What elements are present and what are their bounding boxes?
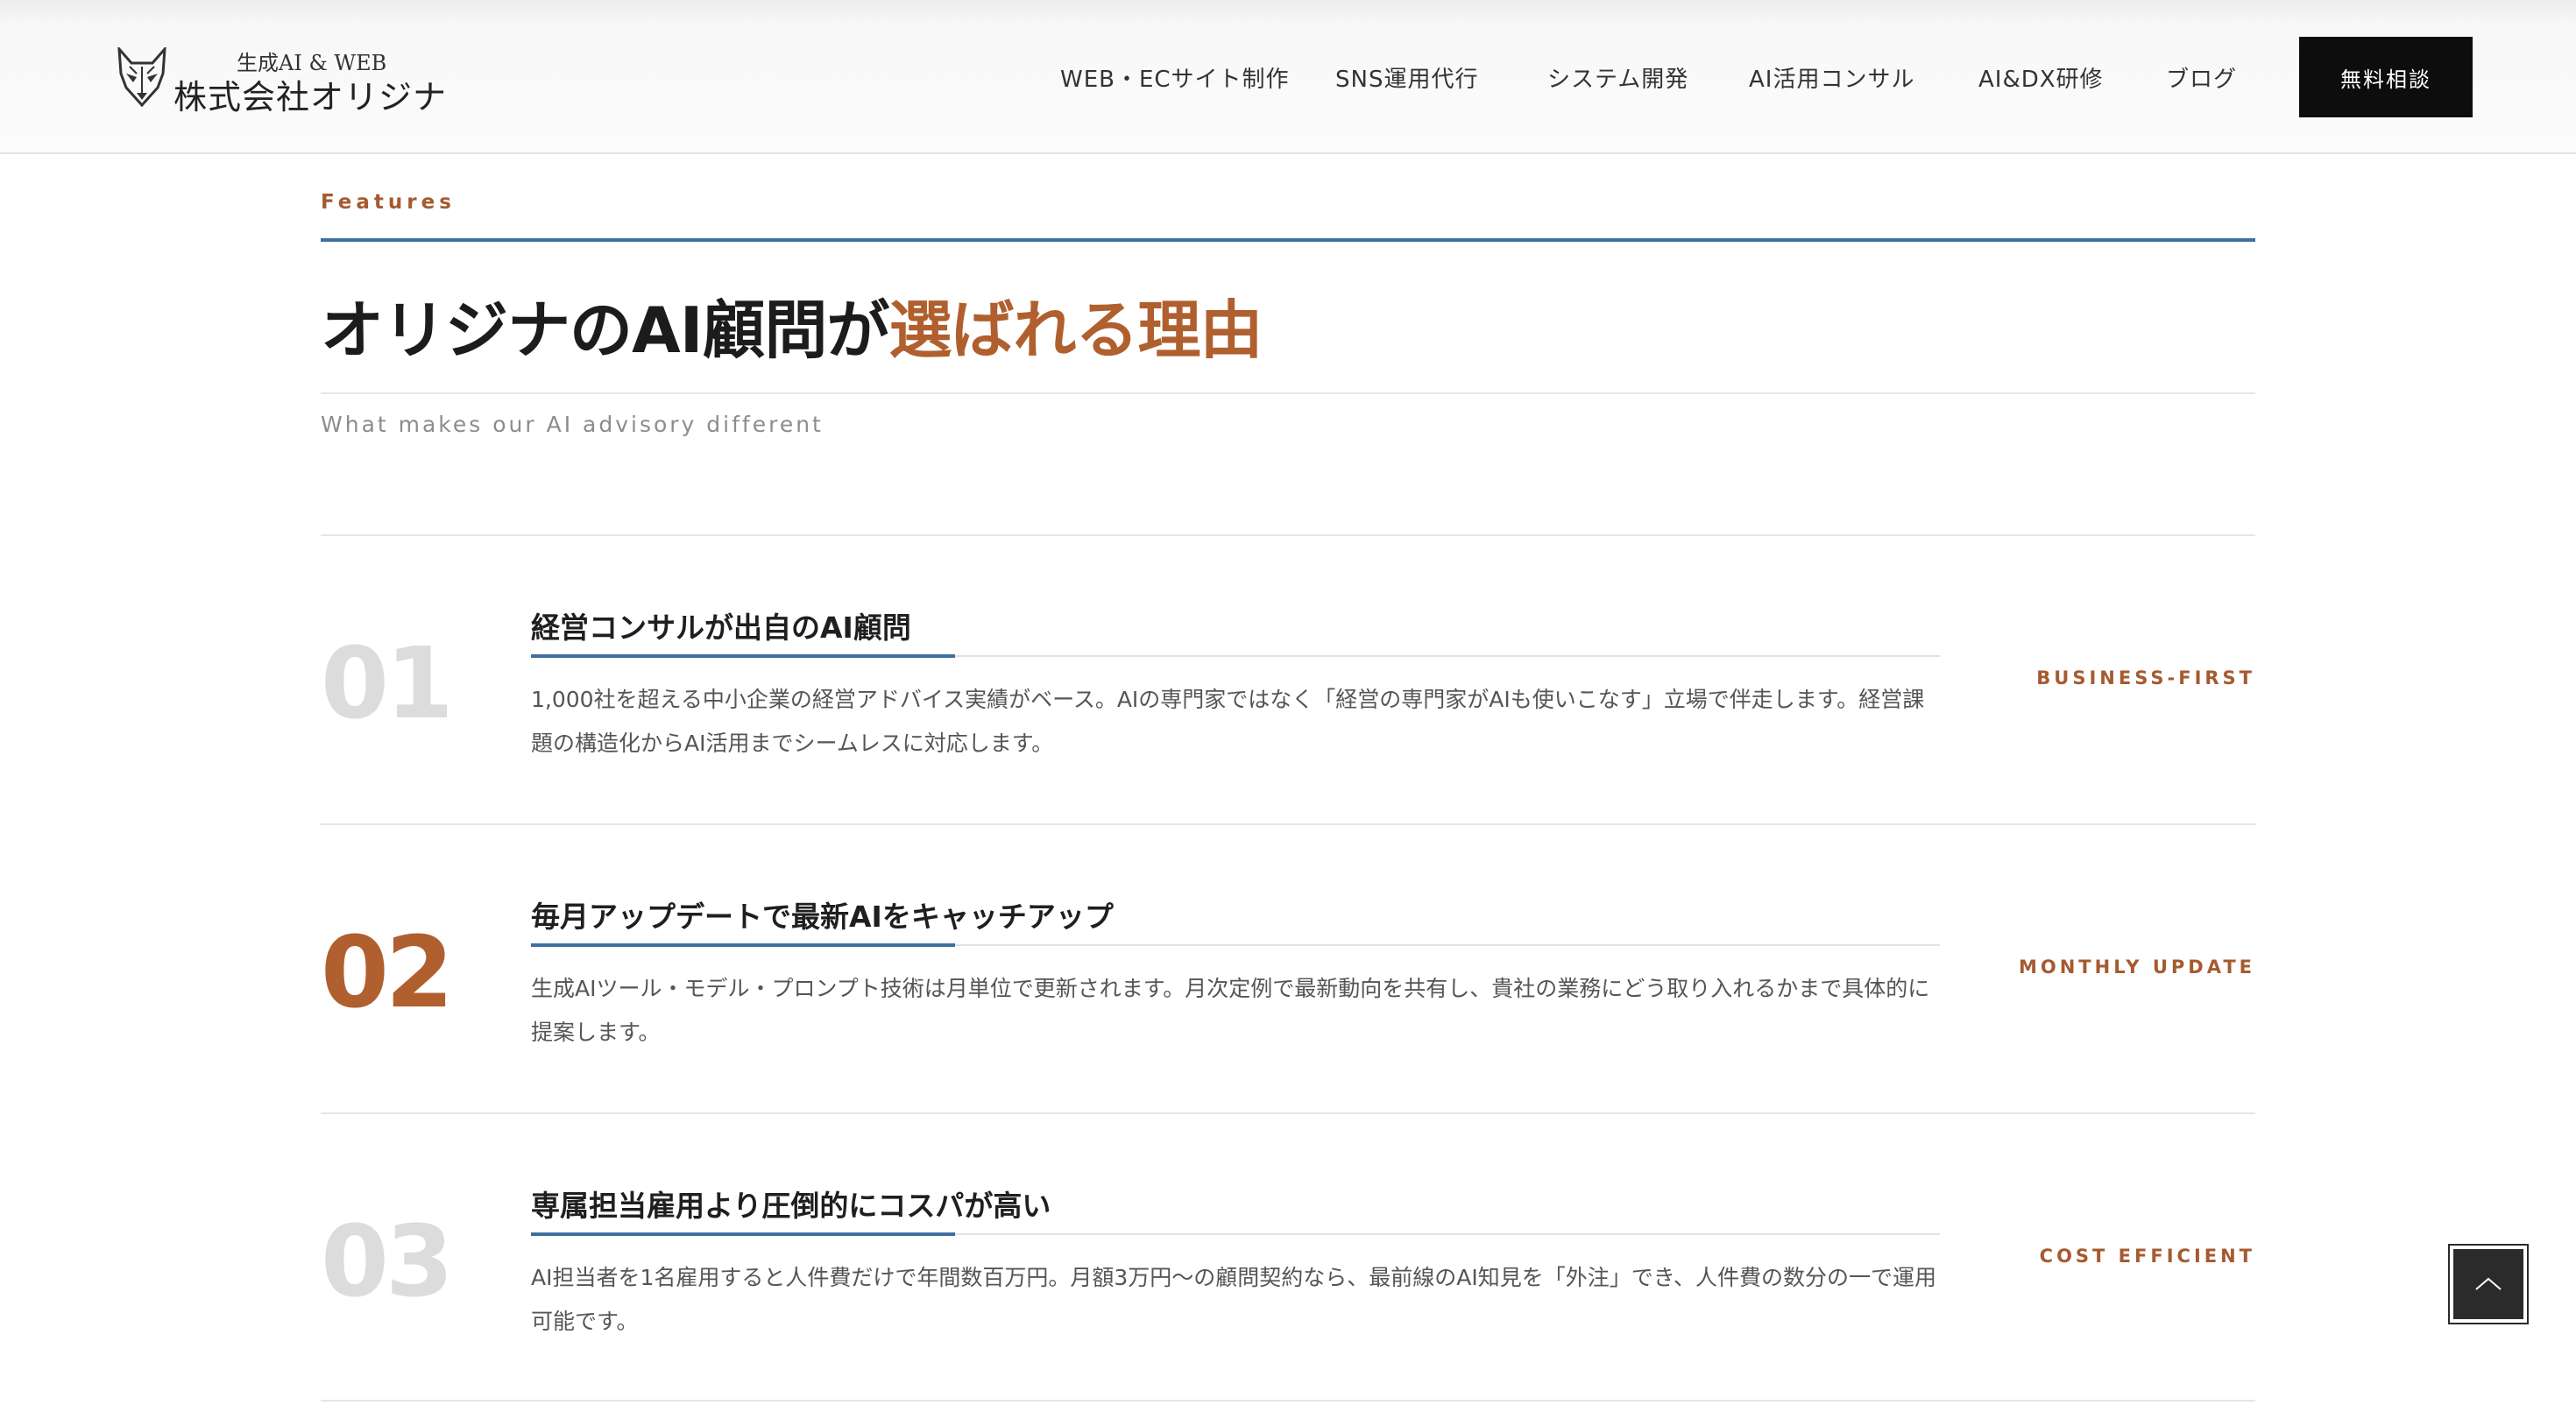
section-eyebrow: Features: [321, 191, 456, 214]
section-top-rule: [321, 238, 2255, 242]
heading-main: オリジナのAI顧問が: [321, 293, 890, 367]
brand-name: 株式会社オリジナ: [173, 78, 448, 116]
feature-description: 1,000社を超える中小企業の経営アドバイス実績がベース。AIの専門家ではなく「…: [531, 687, 1925, 756]
feature-number: 02: [321, 916, 454, 1030]
feature-title: 専属担当雇用より圧倒的にコスパが高い: [531, 1189, 1051, 1223]
feature-title-accent-rule: [531, 943, 955, 947]
chevron-up-icon: [2475, 1277, 2502, 1290]
feature-title-accent-rule: [531, 1232, 955, 1236]
feature-title: 経営コンサルが出自のAI顧問: [531, 611, 911, 645]
feature-description: 生成AIツール・モデル・プロンプト技術は月単位で更新されます。月次定例で最新動向…: [531, 976, 1930, 1045]
feature-item-01: 01 経営コンサルが出自のAI顧問 1,000社を超える中小企業の経営アドバイス…: [321, 536, 2255, 823]
back-to-top-button[interactable]: [2448, 1244, 2529, 1324]
feature-description: AI担当者を1名雇用すると人件費だけで年間数百万円。月額3万円〜の顧問契約なら、…: [531, 1265, 1937, 1334]
heading-accent: 選ばれる理由: [888, 293, 1263, 367]
nav-item-ai-consult[interactable]: AI活用コンサル: [1749, 61, 1914, 94]
feature-tag: MONTHLY UPDATE: [2018, 957, 2255, 978]
feature-title: 毎月アップデートで最新AIをキャッチアップ: [531, 900, 1114, 934]
feature-item-02: 02 毎月アップデートで最新AIをキャッチアップ 生成AIツール・モデル・プロン…: [321, 825, 2255, 1112]
heading-divider: [321, 392, 2255, 394]
nav-item-system[interactable]: システム開発: [1547, 61, 1688, 94]
nav-item-web-ec[interactable]: WEB・ECサイト制作: [1060, 61, 1290, 94]
feature-item-03: 03 専属担当雇用より圧倒的にコスパが高い AI担当者を1名雇用すると人件費だけ…: [321, 1114, 2255, 1401]
nav-item-ai-dx-training[interactable]: AI&DX研修: [1978, 61, 2104, 94]
feature-tag: BUSINESS-FIRST: [2036, 667, 2255, 688]
feature-number: 01: [321, 627, 454, 741]
nav-item-blog[interactable]: ブログ: [2166, 61, 2237, 94]
feature-tag: COST EFFICIENT: [2039, 1246, 2255, 1267]
wolf-logo-icon: [117, 47, 166, 108]
site-header: 生成AI & WEB 株式会社オリジナ WEB・ECサイト制作 SNS運用代行 …: [0, 0, 2576, 154]
feature-number: 03: [321, 1205, 454, 1319]
free-consultation-button[interactable]: 無料相談: [2299, 37, 2473, 117]
nav-item-sns[interactable]: SNS運用代行: [1335, 61, 1478, 94]
section-subheading: What makes our AI advisory different: [321, 412, 824, 437]
section-heading: オリジナのAI顧問が選ばれる理由: [321, 279, 1263, 371]
feature-title-accent-rule: [531, 654, 955, 658]
brand-logo[interactable]: 生成AI & WEB 株式会社オリジナ: [114, 44, 447, 116]
feature-divider: [321, 1400, 2255, 1401]
